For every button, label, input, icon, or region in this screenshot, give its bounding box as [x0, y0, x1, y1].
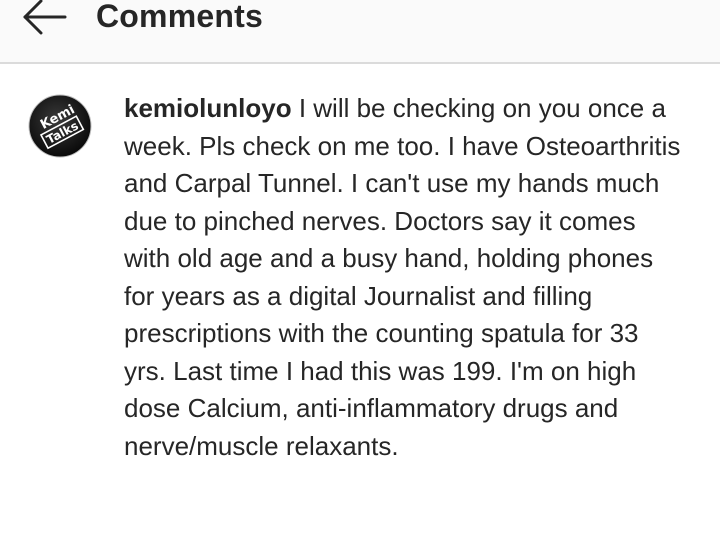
comment-text: I will be checking on you once a week. P…: [124, 93, 681, 461]
back-button[interactable]: [14, 0, 74, 42]
avatar[interactable]: Kemi Talks: [28, 94, 92, 158]
comment-username[interactable]: kemiolunloyo: [124, 93, 292, 123]
arrow-left-icon: [23, 0, 67, 35]
comments-header: Comments: [0, 0, 720, 64]
comment-body: kemiolunloyo I will be checking on you o…: [124, 90, 684, 465]
avatar-image: Kemi Talks: [28, 94, 92, 158]
comment-item: Kemi Talks kemiolunloyo I will be checki…: [0, 64, 720, 557]
page-title: Comments: [96, 0, 263, 34]
